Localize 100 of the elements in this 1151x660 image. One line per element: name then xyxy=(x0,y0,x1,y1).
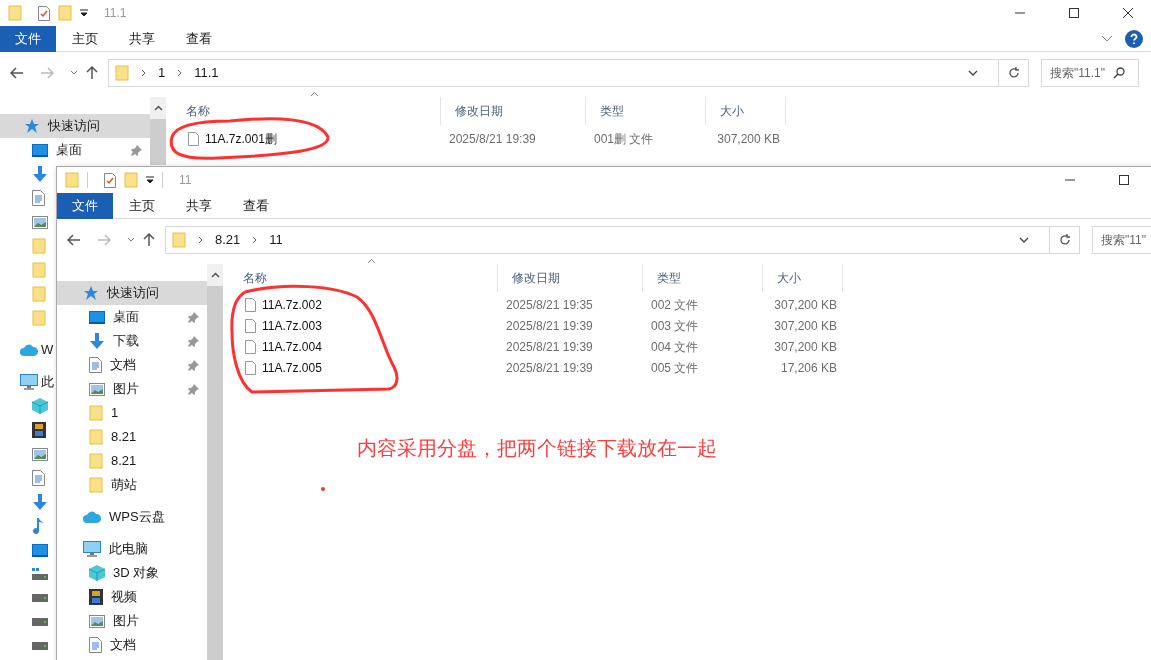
sidebar-item[interactable]: 图片 xyxy=(57,377,207,401)
search-placeholder: 搜索"11" xyxy=(1101,232,1146,249)
ribbon-tab[interactable]: 文件 xyxy=(57,192,113,219)
sidebar-item[interactable]: W xyxy=(20,338,54,362)
file-size: 307,200 KB xyxy=(773,338,838,356)
help-icon[interactable] xyxy=(1125,29,1143,48)
sidebar-label: 3D 对象 xyxy=(113,564,160,583)
caret-icon[interactable] xyxy=(80,9,88,17)
ribbon-tab[interactable]: 共享 xyxy=(113,25,170,52)
sidebar-item[interactable]: 下载 xyxy=(57,329,207,353)
ribbon-tab[interactable]: 主页 xyxy=(113,192,170,219)
properties-icon[interactable] xyxy=(38,5,50,21)
drive-icon xyxy=(32,568,48,580)
sidebar-label: W xyxy=(41,341,54,360)
chevron-down-icon[interactable] xyxy=(1019,237,1029,243)
sidebar-item[interactable]: 此 xyxy=(20,370,54,394)
sidebar-item[interactable]: 快速访问 xyxy=(57,281,207,305)
folder-icon xyxy=(32,286,46,302)
sidebar-item[interactable]: 文档 xyxy=(57,353,207,377)
column-header[interactable]: 类型 xyxy=(643,264,763,292)
file-size: 307,200 KB xyxy=(773,317,838,335)
sidebar-label: 桌面 xyxy=(113,308,139,327)
sidebar-label: 快速访问 xyxy=(107,284,159,303)
sidebar-item[interactable]: WPS云盘 xyxy=(57,505,207,529)
file-icon xyxy=(245,339,256,354)
breadcrumb[interactable]: 11.1 xyxy=(194,63,219,83)
file-type: 004 文件 xyxy=(650,338,700,356)
sidebar-item[interactable]: 图片 xyxy=(57,609,207,633)
computer-icon xyxy=(20,374,38,390)
ribbon-tab[interactable]: 主页 xyxy=(56,25,113,52)
breadcrumb[interactable]: 1 xyxy=(158,63,166,83)
computer-icon xyxy=(83,541,101,557)
sidebar-item[interactable]: 萌站 xyxy=(57,473,207,497)
back-arrow-icon[interactable] xyxy=(10,67,24,79)
sidebar-item[interactable]: 1 xyxy=(57,401,207,425)
file-row[interactable]: 11A.7z.001删 2025/8/21 19:39 001删 文件 307,200 KB xyxy=(172,127,1151,151)
back-arrow-icon[interactable] xyxy=(67,234,81,246)
document-icon xyxy=(89,357,102,373)
file-type: 002 文件 xyxy=(650,296,700,314)
sidebar-item[interactable]: 桌面 xyxy=(0,138,150,162)
scroll-up-icon[interactable] xyxy=(153,105,163,111)
ribbon-tab[interactable]: 查看 xyxy=(227,192,284,219)
drive-icon xyxy=(32,594,48,602)
column-header[interactable]: 修改日期 xyxy=(498,264,643,292)
sidebar-item[interactable]: 桌面 xyxy=(57,305,207,329)
column-header[interactable]: 大小 xyxy=(763,264,843,292)
ribbon-tab[interactable]: 文件 xyxy=(0,25,56,52)
scroll-up-icon[interactable] xyxy=(210,272,220,278)
breadcrumb[interactable]: 8.21 xyxy=(215,230,241,250)
chevron-down-icon[interactable] xyxy=(127,237,135,243)
chevron-down-icon[interactable] xyxy=(70,70,78,76)
picture-icon xyxy=(32,215,48,229)
address-bar[interactable]: 1 11.1 xyxy=(108,59,1029,87)
scrollbar[interactable] xyxy=(150,97,166,165)
up-arrow-icon[interactable] xyxy=(143,233,155,247)
file-row[interactable]: 11A.7z.004 2025/8/21 19:39 004 文件 307,200 KB xyxy=(229,336,1151,357)
column-header[interactable]: 名称 xyxy=(229,264,498,292)
file-row[interactable]: 11A.7z.005 2025/8/21 19:39 005 文件 17,206 KB xyxy=(229,357,1151,378)
monitor-icon xyxy=(32,543,48,557)
monitor-icon xyxy=(89,310,105,324)
window-title: 11 xyxy=(179,172,192,189)
search-field[interactable]: 搜索"11.1" xyxy=(1041,59,1139,87)
file-type: 005 文件 xyxy=(650,359,700,377)
caret-icon[interactable] xyxy=(146,176,154,184)
minimize-icon xyxy=(1065,179,1075,181)
properties-icon[interactable] xyxy=(104,172,116,188)
sidebar-item[interactable]: 快速访问 xyxy=(0,114,150,138)
sidebar-item[interactable]: 视频 xyxy=(57,585,207,609)
sidebar-label: 图片 xyxy=(113,380,139,399)
folder-icon xyxy=(172,232,186,248)
search-field[interactable]: 搜索"11" xyxy=(1092,226,1151,254)
folder-icon xyxy=(89,429,103,445)
up-arrow-icon[interactable] xyxy=(86,66,98,80)
folder-icon xyxy=(89,405,103,421)
column-header[interactable]: 大小 xyxy=(706,97,786,125)
sidebar-item[interactable]: 文档 xyxy=(57,633,207,657)
file-date: 2025/8/21 19:39 xyxy=(505,338,594,356)
ribbon-tab[interactable]: 查看 xyxy=(170,25,227,52)
ribbon-tab[interactable]: 共享 xyxy=(170,192,227,219)
address-bar[interactable]: 8.21 11 xyxy=(165,226,1080,254)
folder-icon xyxy=(32,238,46,254)
sidebar-item[interactable]: 8.21 xyxy=(57,425,207,449)
sidebar-item[interactable]: 3D 对象 xyxy=(57,561,207,585)
sidebar-item[interactable]: 8.21 xyxy=(57,449,207,473)
scrollbar[interactable] xyxy=(207,264,223,660)
file-row[interactable]: 11A.7z.003 2025/8/21 19:39 003 文件 307,200 KB xyxy=(229,315,1151,336)
chevron-down-icon[interactable] xyxy=(968,70,978,76)
sidebar-item[interactable]: 此电脑 xyxy=(57,537,207,561)
column-header[interactable]: 类型 xyxy=(586,97,706,125)
refresh-icon xyxy=(1007,67,1020,79)
file-name: 11A.7z.004 xyxy=(262,338,322,356)
file-type: 001删 文件 xyxy=(593,131,655,148)
column-header[interactable]: 名称 xyxy=(172,97,441,125)
file-name: 11A.7z.002 xyxy=(262,296,322,314)
picture-icon xyxy=(89,382,105,396)
column-header[interactable]: 修改日期 xyxy=(441,97,586,125)
cloud-icon xyxy=(83,511,101,523)
breadcrumb[interactable]: 11 xyxy=(269,230,283,250)
sort-caret-icon xyxy=(367,258,376,264)
file-row[interactable]: 11A.7z.002 2025/8/21 19:35 002 文件 307,200 KB xyxy=(229,294,1151,315)
